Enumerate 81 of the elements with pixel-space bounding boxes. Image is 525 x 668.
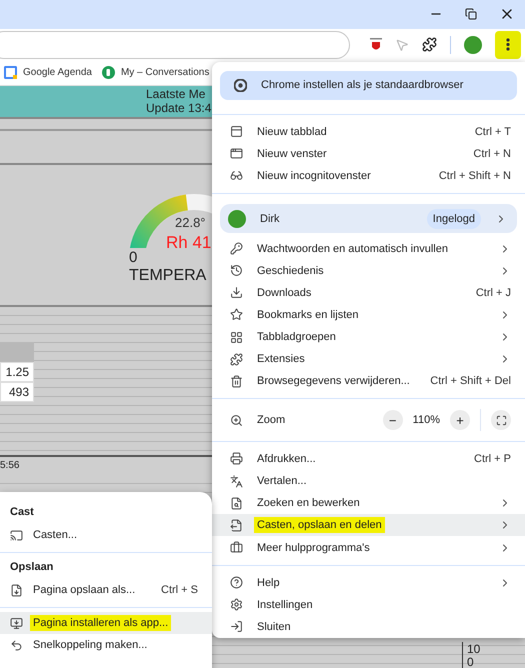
star-icon	[230, 308, 243, 322]
default-browser-button[interactable]: Chrome instellen als je standaardbrowser	[220, 71, 517, 100]
circle-icon	[102, 66, 115, 80]
menu-item[interactable]: Tabbladgroepen	[212, 326, 525, 348]
signed-in-badge: Ingelogd	[426, 208, 481, 229]
download-icon	[230, 286, 243, 300]
table-cell: 1.25	[0, 362, 34, 382]
menu-item[interactable]: Pagina opslaan als... Ctrl + S	[0, 579, 212, 601]
menu-item[interactable]: Casten...	[0, 524, 212, 546]
menu-item[interactable]: Downloads Ctrl + J	[212, 282, 525, 304]
cast-icon	[10, 528, 23, 542]
axis-tick: 10	[467, 642, 482, 655]
gauge-title: TEMPERA	[129, 266, 206, 284]
fullscreen-icon	[496, 414, 506, 426]
zoom-icon	[230, 414, 243, 427]
zoom-item: Zoom − 110% +	[212, 405, 525, 435]
history-icon	[230, 264, 243, 278]
restore-icon[interactable]	[465, 8, 477, 20]
settings-icon	[230, 598, 243, 612]
translate-icon	[230, 474, 243, 488]
time-label: 5:56	[0, 458, 20, 473]
key-icon	[230, 242, 243, 255]
window-icon	[230, 147, 243, 160]
menu-item[interactable]: Nieuw tabblad Ctrl + T	[212, 120, 525, 143]
zoom-out-button[interactable]: −	[382, 410, 403, 430]
trash-icon	[230, 374, 243, 388]
briefcase-icon	[230, 541, 243, 554]
shield-icon[interactable]	[370, 38, 382, 52]
menu-item[interactable]: Nieuw incognitovenster Ctrl + Shift + N	[212, 164, 525, 187]
menu-item[interactable]: Bookmarks en lijsten	[212, 304, 525, 326]
glasses-icon	[230, 169, 243, 182]
avatar-icon	[228, 210, 246, 228]
header-text: Update 13:4	[146, 101, 212, 116]
door-arrow-icon	[230, 620, 243, 634]
menu-item[interactable]: Help	[212, 572, 525, 594]
chrome-logo-icon	[234, 78, 247, 92]
humidity-value: Rh 41	[166, 232, 212, 252]
zoom-in-button[interactable]: +	[450, 410, 470, 430]
bookmark-link[interactable]: Google Agenda	[23, 67, 92, 78]
bookmark-link[interactable]: My – Conversations	[120, 67, 210, 78]
profile-item[interactable]: Dirk Ingelogd	[220, 204, 517, 234]
menu-item[interactable]: Snelkoppeling maken...	[0, 634, 212, 656]
puzzle-icon[interactable]	[422, 37, 437, 52]
menu-item[interactable]: Afdrukken... Ctrl + P	[212, 448, 525, 470]
header-text: Laatste Me	[146, 87, 206, 102]
menu-item[interactable]: Zoeken en bewerken	[212, 492, 525, 514]
calendar-icon	[4, 66, 17, 80]
axis-tick: 0	[467, 655, 475, 668]
menu-item[interactable]: Geschiedenis	[212, 260, 525, 282]
monitor-download-icon	[10, 616, 23, 630]
section-heading: Cast	[9, 505, 35, 520]
avatar-icon[interactable]	[464, 36, 482, 54]
gauge-min-label: 0	[129, 248, 138, 266]
menu-item[interactable]: Sluiten	[212, 616, 525, 638]
menu-item[interactable]: Instellingen	[212, 594, 525, 616]
document-download-icon	[10, 584, 23, 596]
printer-icon	[230, 452, 243, 466]
menu-item[interactable]: Vertalen...	[212, 470, 525, 492]
new-tab-icon	[230, 125, 243, 138]
document-search-icon	[230, 496, 243, 510]
temperature-value: 22.8°	[175, 214, 206, 230]
menu-item[interactable]: Pagina installeren als app...	[0, 612, 212, 634]
curved-arrow-icon	[10, 638, 23, 652]
table-cell: 493	[0, 382, 34, 402]
help-icon	[230, 576, 243, 590]
menu-item[interactable]: Wachtwoorden en automatisch invullen	[212, 237, 525, 260]
puzzle-icon	[230, 352, 243, 366]
address-field[interactable]	[0, 30, 350, 59]
menu-item[interactable]: Browsegegevens verwijderen... Ctrl + Shift + Del	[212, 370, 525, 392]
fullscreen-button[interactable]	[491, 410, 511, 430]
menu-button[interactable]	[495, 30, 521, 59]
menu-item[interactable]: Casten, opslaan en delen	[212, 514, 525, 536]
document-arrow-icon	[230, 518, 243, 532]
grid-icon	[230, 330, 243, 344]
menu-item[interactable]: Nieuw venster Ctrl + N	[212, 142, 525, 165]
more-icon	[506, 38, 510, 52]
zoom-level: 110%	[412, 414, 440, 426]
table-header	[0, 342, 34, 362]
menu-item[interactable]: Extensies	[212, 348, 525, 370]
menu-item[interactable]: Meer hulpprogramma's	[212, 536, 525, 559]
section-heading: Opslaan	[9, 560, 54, 575]
